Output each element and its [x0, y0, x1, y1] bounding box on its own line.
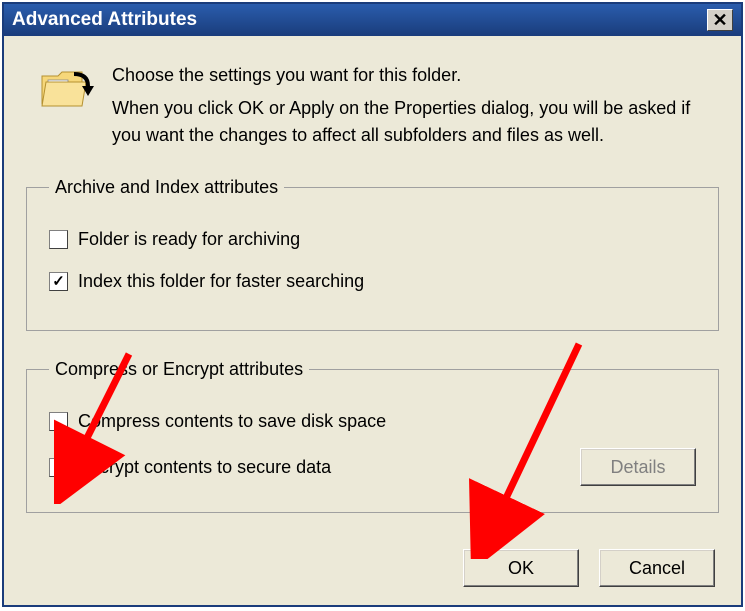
compress-encrypt-legend: Compress or Encrypt attributes: [49, 359, 309, 380]
archive-index-group: Archive and Index attributes Folder is r…: [26, 177, 719, 331]
ready-archiving-checkbox[interactable]: [49, 230, 68, 249]
intro-row: Choose the settings you want for this fo…: [26, 52, 719, 177]
compress-encrypt-group: Compress or Encrypt attributes Compress …: [26, 359, 719, 513]
encrypt-contents-checkbox[interactable]: [49, 458, 68, 477]
encrypt-contents-label: Encrypt contents to secure data: [78, 457, 331, 478]
archive-index-legend: Archive and Index attributes: [49, 177, 284, 198]
ready-archiving-label: Folder is ready for archiving: [78, 229, 300, 250]
ok-button[interactable]: OK: [463, 549, 579, 587]
intro-text: Choose the settings you want for this fo…: [112, 62, 719, 149]
close-icon: ✕: [712, 10, 727, 31]
folder-properties-icon: [38, 62, 94, 114]
button-row: OK Cancel: [463, 549, 715, 587]
compress-contents-label: Compress contents to save disk space: [78, 411, 386, 432]
compress-contents-row: Compress contents to save disk space: [49, 406, 696, 436]
index-folder-label: Index this folder for faster searching: [78, 271, 364, 292]
ready-archiving-row: Folder is ready for archiving: [49, 224, 696, 254]
compress-contents-checkbox[interactable]: [49, 412, 68, 431]
index-folder-row: Index this folder for faster searching: [49, 266, 696, 296]
encrypt-contents-row: Encrypt contents to secure data: [49, 452, 331, 482]
index-folder-checkbox[interactable]: [49, 272, 68, 291]
intro-sub: When you click OK or Apply on the Proper…: [112, 95, 719, 149]
dialog-content: Choose the settings you want for this fo…: [4, 36, 741, 593]
dialog-title: Advanced Attributes: [12, 9, 197, 31]
cancel-button[interactable]: Cancel: [599, 549, 715, 587]
intro-main: Choose the settings you want for this fo…: [112, 62, 719, 89]
titlebar: Advanced Attributes ✕: [4, 4, 741, 36]
close-button[interactable]: ✕: [707, 9, 733, 31]
details-button[interactable]: Details: [580, 448, 696, 486]
dialog-window: Advanced Attributes ✕: [2, 2, 743, 607]
